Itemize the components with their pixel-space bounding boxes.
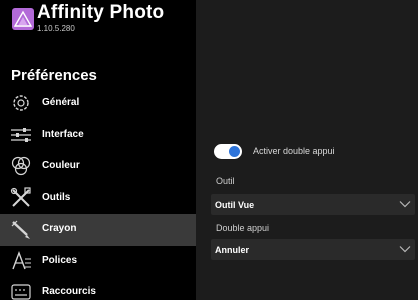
sidebar-item-label: Couleur [42,160,80,171]
preferences-title: Préférences [11,67,97,84]
sidebar: Affinity Photo 1.10.5.280 Préférences Gé… [0,0,196,300]
sidebar-item-label: Raccourcis [42,286,96,297]
sidebar-item-label: Polices [42,254,78,266]
chevron-down-icon [399,246,411,253]
chevron-down-icon [399,201,411,208]
shortcuts-icon [11,284,31,300]
sidebar-item-shortcuts[interactable]: Raccourcis [0,277,196,300]
double-tap-setting: Activer double appui [214,143,414,161]
sidebar-item-label: Général [42,97,80,108]
preferences-nav: Général Interface Couleur Outils Crayon … [0,88,196,300]
app-name: Affinity Photo [37,2,165,23]
double-tap-action-select[interactable]: Annuler [211,239,415,260]
tools-icon [10,186,31,207]
sidebar-item-label: Outils [42,191,71,203]
double-tap-action-value: Annuler [215,245,250,255]
sidebar-item-tools[interactable]: Outils [0,183,196,215]
affinity-photo-logo-icon [12,8,34,30]
toggle-knob [229,146,240,157]
sidebar-item-general[interactable]: Général [0,88,196,120]
sidebar-item-label: Interface [42,128,84,140]
sidebar-item-pencil[interactable]: Crayon [0,214,196,246]
sliders-icon [11,127,31,142]
double-tap-toggle[interactable] [214,144,242,159]
tool-select-value: Outil Vue [215,200,255,210]
sidebar-item-color[interactable]: Couleur [0,151,196,183]
sidebar-item-fonts[interactable]: Polices [0,246,196,278]
double-tap-action-label: Double appui [216,223,270,233]
tool-label: Outil [216,176,235,186]
gear-icon [13,95,29,111]
preferences-window: Affinity Photo 1.10.5.280 Préférences Gé… [0,0,418,300]
sidebar-item-interface[interactable]: Interface [0,120,196,152]
tool-select[interactable]: Outil Vue [211,194,415,215]
double-tap-label: Activer double appui [253,146,335,156]
color-circles-icon [11,156,31,176]
fonts-icon [12,250,31,269]
app-version: 1.10.5.280 [37,24,75,33]
sidebar-item-label: Crayon [42,223,77,234]
pencil-icon [11,220,30,239]
